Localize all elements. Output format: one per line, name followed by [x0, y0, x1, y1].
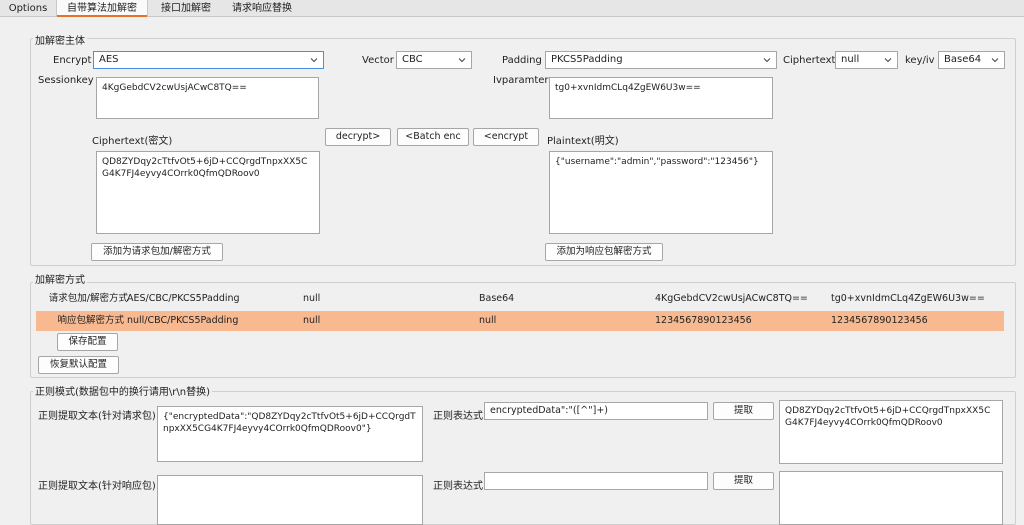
encrypt-label: Encrypt [53, 55, 92, 66]
method-key-cell: 4KgGebdCV2cwUsjACwC8TQ== [655, 293, 808, 304]
resp-extract-button[interactable]: 提取 [713, 472, 774, 490]
table-row[interactable]: 请求包加/解密方式 AES/CBC/PKCS5Padding null Base… [36, 289, 1004, 309]
ivparam-textarea[interactable]: tg0+xvnIdmCLq4ZgEW6U3w== [549, 77, 773, 119]
padding-value: PKCS5Padding [551, 54, 623, 65]
vector-label: Vector [362, 55, 394, 66]
resp-regex-result[interactable] [779, 471, 1003, 525]
resp-regex-text-label: 正则提取文本(针对响应包) [38, 481, 156, 492]
regex-legend: 正则模式(数据包中的换行请用\r\n替换) [33, 383, 212, 398]
method-keyiv-cell: Base64 [479, 293, 515, 304]
encrypt-select[interactable]: AES [93, 51, 324, 69]
tab-interface-crypto[interactable]: 接口加解密 [150, 0, 222, 17]
encrypt-button[interactable]: <encrypt [473, 128, 539, 146]
keyiv-value: Base64 [944, 54, 982, 65]
plaintext-area-label: Plaintext(明文) [547, 136, 619, 147]
req-regex-text-input[interactable]: {"encryptedData":"QD8ZYDqy2cTtfvOt5+6jD+… [157, 406, 423, 462]
chevron-down-icon [310, 58, 318, 63]
padding-select[interactable]: PKCS5Padding [545, 51, 777, 69]
chevron-down-icon [884, 58, 892, 63]
method-keyiv-cell: null [479, 315, 497, 326]
vector-value: CBC [402, 54, 423, 65]
method-key-cell: 1234567890123456 [655, 315, 752, 326]
method-cipher-cell: null [303, 293, 321, 304]
padding-label: Padding [502, 55, 542, 66]
table-row[interactable]: 响应包解密方式 null/CBC/PKCS5Padding null null … [36, 311, 1004, 331]
tab-req-resp-replace[interactable]: 请求响应替换 [222, 0, 302, 17]
methods-legend: 加解密方式 [33, 271, 87, 286]
ciphertext-area-label: Ciphertext(密文) [92, 136, 173, 147]
add-response-method-button[interactable]: 添加为响应包解密方式 [545, 243, 663, 261]
method-iv-cell: 1234567890123456 [831, 315, 928, 326]
save-config-button[interactable]: 保存配置 [57, 333, 118, 351]
method-iv-cell: tg0+xvnIdmCLq4ZgEW6U3w== [831, 293, 985, 304]
req-regex-result[interactable]: QD8ZYDqy2cTtfvOt5+6jD+CCQrgdTnpxXX5CG4K7… [779, 400, 1003, 464]
req-regex-text-label: 正则提取文本(针对请求包) [38, 411, 156, 422]
resp-regex-expr-label: 正则表达式 [433, 481, 483, 492]
chevron-down-icon [991, 58, 999, 63]
method-name-cell: 响应包解密方式 [57, 315, 124, 326]
restore-default-button[interactable]: 恢复默认配置 [38, 356, 119, 374]
method-cipher-cell: null [303, 315, 321, 326]
method-algo-cell: AES/CBC/PKCS5Padding [127, 293, 240, 304]
resp-regex-text-input[interactable] [157, 475, 423, 525]
req-regex-expr-label: 正则表达式 [433, 411, 483, 422]
method-name-cell: 请求包加/解密方式 [48, 293, 128, 304]
chevron-down-icon [458, 58, 466, 63]
crypto-body-legend: 加解密主体 [33, 32, 87, 47]
sessionkey-textarea[interactable]: 4KgGebdCV2cwUsjACwC8TQ== [96, 77, 319, 119]
ciphertext-format-select[interactable]: null [835, 51, 898, 69]
ciphertext-format-label: Ciphertext [783, 55, 836, 66]
encrypt-value: AES [99, 54, 119, 65]
add-request-method-button[interactable]: 添加为请求包加/解密方式 [91, 243, 223, 261]
ciphertext-format-value: null [841, 54, 860, 65]
tab-options[interactable]: Options [0, 0, 56, 17]
plaintext-textarea[interactable]: {"username":"admin","password":"123456"} [549, 151, 773, 234]
sessionkey-label: Sessionkey [38, 75, 94, 86]
keyiv-label: key/iv [905, 55, 935, 66]
method-algo-cell: null/CBC/PKCS5Padding [127, 315, 239, 326]
req-extract-button[interactable]: 提取 [713, 402, 774, 420]
decrypt-button[interactable]: decrypt> [325, 128, 391, 146]
ivparam-label: Ivparamter [493, 75, 549, 86]
req-regex-expr-input[interactable]: encryptedData":"([^"]+) [484, 402, 708, 420]
vector-select[interactable]: CBC [396, 51, 472, 69]
chevron-down-icon [763, 58, 771, 63]
batch-enc-button[interactable]: <Batch enc [397, 128, 469, 146]
resp-regex-expr-input[interactable] [484, 472, 708, 490]
tab-builtin-crypto[interactable]: 自带算法加解密 [56, 0, 148, 17]
ciphertext-textarea[interactable]: QD8ZYDqy2cTtfvOt5+6jD+CCQrgdTnpxXX5CG4K7… [96, 151, 320, 234]
keyiv-select[interactable]: Base64 [938, 51, 1005, 69]
